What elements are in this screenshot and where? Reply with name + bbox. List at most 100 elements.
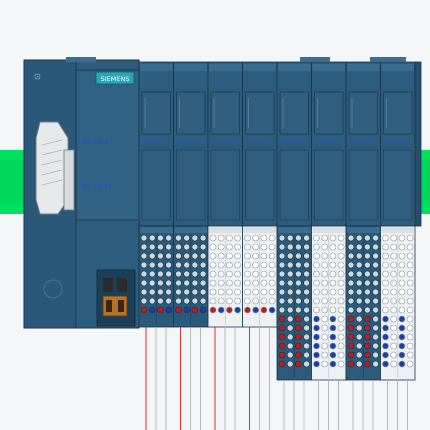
terminal-point [268, 243, 276, 251]
terminal-point [244, 243, 251, 251]
terminal-point [398, 261, 406, 269]
terminal-point [382, 360, 389, 368]
terminal-point [390, 315, 398, 323]
terminal-point [165, 234, 172, 242]
terminal-point [268, 279, 276, 287]
terminal-point [295, 306, 302, 314]
terminal-point [372, 270, 379, 278]
terminal-point [406, 288, 414, 296]
terminal-point [329, 261, 337, 269]
terminal-point [209, 279, 217, 287]
terminal-point [148, 243, 156, 251]
terminal-point [406, 297, 414, 305]
terminal-point [175, 261, 182, 269]
terminal-point [165, 288, 172, 296]
terminal-point [244, 279, 251, 287]
terminal-point [390, 297, 398, 305]
terminal-point [217, 297, 225, 305]
terminal-point [295, 279, 302, 287]
terminal-point [347, 315, 355, 323]
terminal-point [234, 288, 241, 296]
terminal-point [347, 306, 355, 314]
terminal-point [244, 270, 251, 278]
module-id-label: -PA1-U9A-4 [211, 140, 236, 146]
terminal-point [140, 234, 148, 242]
terminal-point [313, 315, 320, 323]
terminal-point [268, 234, 276, 242]
terminal-point [234, 297, 241, 305]
terminal-point [286, 324, 294, 332]
terminal-point [226, 288, 233, 296]
terminal-point [303, 234, 310, 242]
cpu-module: SIEMENS ⊡ -PA4-U9A-1 -PA1-U1A-K3 [23, 59, 140, 329]
terminal-point [382, 351, 389, 359]
terminal-point [372, 243, 379, 251]
terminal-point [337, 234, 345, 242]
terminal-point [234, 252, 241, 260]
terminal-point [260, 297, 268, 305]
terminal-point [390, 270, 398, 278]
terminal-point [226, 234, 233, 242]
terminal-point [234, 261, 241, 269]
terminal-point [165, 297, 172, 305]
terminal-point [372, 261, 379, 269]
terminal-point [175, 234, 182, 242]
terminal-point [406, 243, 414, 251]
terminal-point [321, 324, 329, 332]
terminal-block [276, 225, 312, 381]
module-id-label: -PA1-U9A-9 [384, 140, 409, 146]
terminal-point [252, 270, 259, 278]
terminal-point [260, 234, 268, 242]
terminal-point [382, 306, 389, 314]
terminal-point [406, 279, 414, 287]
terminal-point [364, 234, 371, 242]
terminal-block [380, 225, 416, 381]
terminal-point [382, 333, 389, 341]
terminal-point [355, 297, 363, 305]
terminal-point [329, 288, 337, 296]
terminal-point [321, 252, 329, 260]
terminal-point [140, 306, 148, 314]
terminal-point [303, 306, 310, 314]
terminal-point [252, 306, 259, 314]
terminal-point [295, 270, 302, 278]
terminal-point [321, 351, 329, 359]
terminal-point [347, 270, 355, 278]
terminal-point [268, 306, 276, 314]
terminal-point [382, 315, 389, 323]
terminal-point [191, 297, 199, 305]
terminal-point [337, 270, 345, 278]
terminal-point [295, 333, 302, 341]
terminal-point [321, 333, 329, 341]
terminal-point [260, 261, 268, 269]
module-id-label: -PA1-U9A-6 [280, 140, 305, 146]
terminal-point [372, 324, 379, 332]
terminal-point [355, 252, 363, 260]
terminal-point [329, 297, 337, 305]
terminal-point [286, 351, 294, 359]
terminal-point [286, 270, 294, 278]
terminal-point [244, 252, 251, 260]
terminal-point [278, 306, 286, 314]
terminal-point [329, 351, 337, 359]
terminal-point [226, 279, 233, 287]
terminal-point [406, 324, 414, 332]
terminal-point [364, 360, 371, 368]
terminal-point [140, 279, 148, 287]
terminal-point [244, 306, 251, 314]
terminal-point [295, 288, 302, 296]
terminal-point [364, 261, 371, 269]
terminal-point [199, 261, 207, 269]
terminal-point [337, 279, 345, 287]
terminal-point [244, 288, 251, 296]
terminal-point [175, 279, 182, 287]
terminal-point [183, 288, 190, 296]
terminal-point [355, 324, 363, 332]
terminal-point [260, 270, 268, 278]
terminal-point [278, 279, 286, 287]
terminal-point [398, 333, 406, 341]
terminal-point [398, 306, 406, 314]
terminal-point [278, 342, 286, 350]
terminal-point [209, 297, 217, 305]
terminal-point [244, 234, 251, 242]
